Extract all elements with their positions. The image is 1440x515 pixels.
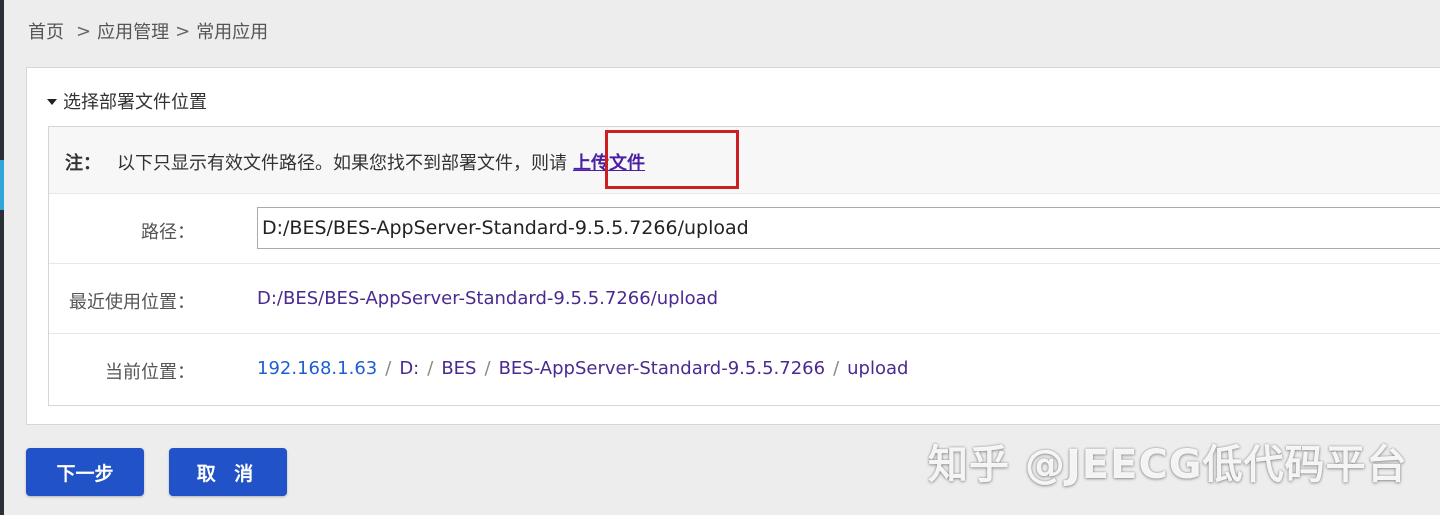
cancel-button[interactable]: 取 消 <box>169 448 287 496</box>
note-label: 注： <box>65 153 101 174</box>
path-separator: / <box>833 358 840 379</box>
location-form: 注： 以下只显示有效文件路径。如果您找不到部署文件，则请上传文件 路径： 最近使用… <box>48 126 1440 406</box>
current-segment-drive[interactable]: D: <box>399 358 419 379</box>
breadcrumb-current-page: 常用应用 <box>196 22 269 43</box>
left-nav-active-indicator <box>0 160 4 210</box>
current-host-link[interactable]: 192.168.1.63 <box>257 358 377 379</box>
breadcrumb-app-management[interactable]: 应用管理 <box>97 18 169 44</box>
current-row: 当前位置： 192.168.1.63 / D: / BES / BES-AppS… <box>49 334 1440 405</box>
path-separator: / <box>385 358 392 379</box>
breadcrumb-separator: > <box>76 20 92 42</box>
path-row: 路径： <box>49 194 1440 264</box>
recent-row: 最近使用位置： D:/BES/BES-AppServer-Standard-9.… <box>49 264 1440 334</box>
path-separator: / <box>427 358 434 379</box>
current-segment-appserver[interactable]: BES-AppServer-Standard-9.5.5.7266 <box>499 358 826 379</box>
current-location-path: 192.168.1.63 / D: / BES / BES-AppServer-… <box>257 358 908 379</box>
note-message: 注： 以下只显示有效文件路径。如果您找不到部署文件，则请 上传文件 <box>65 149 645 175</box>
current-segment-upload[interactable]: upload <box>847 358 908 379</box>
section-title: 选择部署文件位置 <box>63 92 207 113</box>
path-label: 路径： <box>141 222 195 243</box>
watermark: 知乎 @JEECG低代码平台 <box>928 442 1408 488</box>
breadcrumb: 首页 > 应用管理 > 常用应用 <box>28 18 268 44</box>
deploy-panel: 选择部署文件位置 注： 以下只显示有效文件路径。如果您找不到部署文件，则请 上传文件… <box>26 67 1440 425</box>
path-separator: / <box>484 358 491 379</box>
caret-down-icon <box>47 99 57 105</box>
recent-location-link[interactable]: D:/BES/BES-AppServer-Standard-9.5.5.7266… <box>257 288 718 309</box>
breadcrumb-separator: > <box>175 20 191 42</box>
current-label: 当前位置： <box>105 362 195 383</box>
breadcrumb-home[interactable]: 首页 <box>28 18 64 44</box>
recent-label: 最近使用位置： <box>69 292 195 313</box>
left-nav-edge <box>0 0 4 515</box>
note-text: 以下只显示有效文件路径。如果您找不到部署文件，则请 <box>117 153 567 174</box>
upload-file-link[interactable]: 上传文件 <box>573 153 645 174</box>
section-toggle[interactable]: 选择部署文件位置 <box>47 88 207 114</box>
path-input[interactable] <box>257 207 1440 249</box>
current-segment-bes[interactable]: BES <box>441 358 476 379</box>
note-row: 注： 以下只显示有效文件路径。如果您找不到部署文件，则请 上传文件 <box>49 127 1440 194</box>
next-step-button[interactable]: 下一步 <box>26 448 144 496</box>
